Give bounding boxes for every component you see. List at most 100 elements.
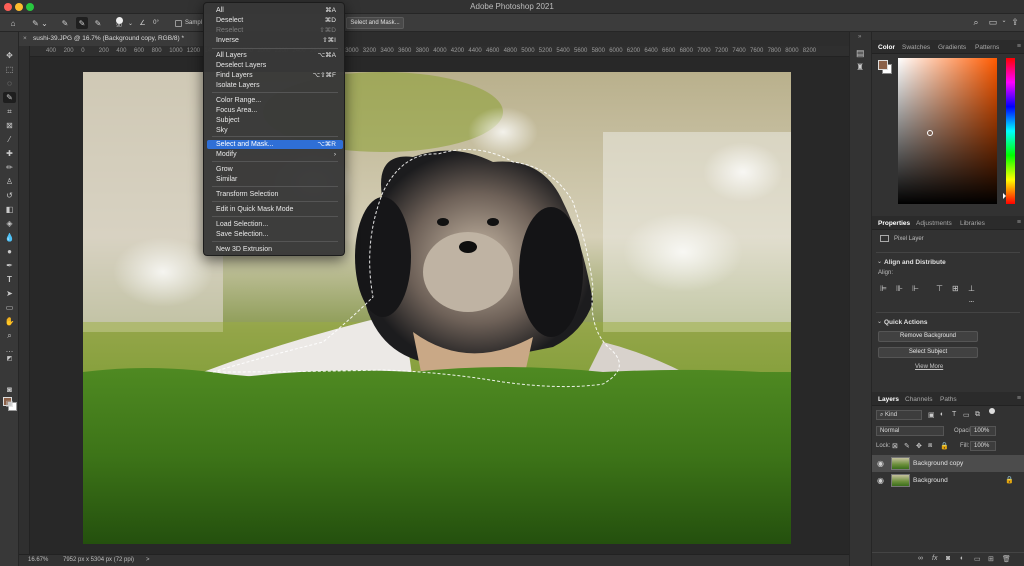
canvas-workspace[interactable]	[30, 57, 849, 554]
blur-tool-icon[interactable]: 💧	[3, 232, 16, 243]
screen-mode-icon[interactable]: ▣	[3, 398, 16, 409]
view-more-link[interactable]: View More	[915, 364, 943, 370]
add-to-selection-icon[interactable]: ✎	[76, 17, 88, 29]
tab-paths[interactable]: Paths	[940, 396, 957, 403]
eraser-tool-icon[interactable]: ◧	[3, 204, 16, 215]
layer-row[interactable]: ◉ Background copy	[872, 455, 1024, 472]
link-layers-icon[interactable]: ∞	[918, 555, 923, 562]
layer-filter-kind-select[interactable]: ⌕ Kind	[876, 410, 922, 420]
menu-item-modify[interactable]: Modify ›	[207, 150, 343, 159]
align-section-chevron-icon[interactable]: ⌄	[877, 258, 882, 265]
menu-item-focus-area[interactable]: Focus Area...	[207, 106, 343, 115]
sample-all-layers-checkbox[interactable]	[175, 20, 182, 27]
menu-item-inverse[interactable]: Inverse ⇧⌘I	[207, 36, 343, 45]
default-colors-icon[interactable]: ◩	[3, 354, 16, 365]
subtract-from-selection-icon[interactable]: ✎	[93, 17, 103, 29]
align-right-icon[interactable]: ⊩	[912, 284, 919, 293]
filter-smart-object-icon[interactable]: ⧉	[975, 411, 980, 419]
lock-position-icon[interactable]: ✥	[916, 442, 922, 450]
share-icon[interactable]: ⇪	[1009, 17, 1021, 29]
menu-item-subject[interactable]: Subject	[207, 116, 343, 125]
crop-tool-icon[interactable]: ⌗	[3, 106, 16, 117]
menu-item-sky[interactable]: Sky	[207, 126, 343, 135]
filter-toggle-icon[interactable]	[989, 408, 995, 414]
align-left-icon[interactable]: ⊫	[880, 284, 887, 293]
lock-all-icon[interactable]: 🔒	[940, 442, 949, 450]
menu-item-load-selection[interactable]: Load Selection...	[207, 220, 343, 229]
lock-artboard-icon[interactable]: ⧈	[928, 442, 932, 450]
lock-image-icon[interactable]: ✎	[904, 442, 910, 450]
properties-panel-menu-icon[interactable]: ≡	[1017, 219, 1021, 226]
color-panel-menu-icon[interactable]: ≡	[1017, 43, 1021, 50]
hand-tool-icon[interactable]: ✋	[3, 316, 16, 327]
align-distribute-title[interactable]: Align and Distribute	[884, 259, 946, 266]
menu-item-deselect[interactable]: Deselect ⌘D	[207, 16, 343, 25]
align-top-icon[interactable]: ⊤	[936, 284, 943, 293]
quick-selection-tool-icon[interactable]: ✎	[3, 92, 16, 103]
select-and-mask-button[interactable]: Select and Mask...	[346, 17, 404, 29]
type-tool-icon[interactable]: T	[3, 274, 16, 285]
filter-adjustment-icon[interactable]: ◐	[940, 411, 944, 418]
tab-adjustments[interactable]: Adjustments	[916, 220, 952, 227]
lasso-tool-icon[interactable]: ◌	[3, 78, 16, 89]
menu-item-find-layers[interactable]: Find Layers ⌥⇧⌘F	[207, 71, 343, 80]
tab-properties[interactable]: Properties	[878, 220, 910, 227]
color-fg-swatch[interactable]	[878, 60, 888, 70]
opacity-field[interactable]: 100%	[970, 426, 996, 436]
delete-layer-icon[interactable]: 🗑	[1002, 555, 1011, 563]
tab-swatches[interactable]: Swatches	[902, 44, 930, 51]
new-group-icon[interactable]: ▭	[974, 555, 981, 563]
blend-mode-select[interactable]: Normal	[876, 426, 944, 436]
history-panel-icon[interactable]: ▤	[856, 48, 865, 59]
menu-item-new-3d-extrusion[interactable]: New 3D Extrusion	[207, 245, 343, 254]
new-selection-mode-icon[interactable]: ✎	[60, 17, 70, 29]
healing-brush-tool-icon[interactable]: ✚	[3, 148, 16, 159]
menu-item-all[interactable]: All ⌘A	[207, 6, 343, 15]
menu-item-select-and-mask[interactable]: Select and Mask... ⌥⌘R	[207, 140, 343, 149]
close-tab-icon[interactable]: ×	[23, 32, 27, 46]
tab-gradients[interactable]: Gradients	[938, 44, 966, 51]
hue-slider-handle[interactable]	[1003, 193, 1006, 199]
clone-stamp-tool-icon[interactable]: ♙	[3, 176, 16, 187]
align-hcenter-icon[interactable]: ⊪	[896, 284, 903, 293]
collapse-dock-icon[interactable]: »	[858, 34, 861, 40]
document-tab[interactable]: × sushi-39.JPG @ 16.7% (Background copy,…	[19, 32, 219, 46]
history-brush-tool-icon[interactable]: ↺	[3, 190, 16, 201]
menu-item-save-selection[interactable]: Save Selection...	[207, 230, 343, 239]
menu-item-transform-selection[interactable]: Transform Selection	[207, 190, 343, 199]
visibility-eye-icon[interactable]: ◉	[877, 476, 886, 485]
brush-size-picker[interactable]: 90	[112, 17, 126, 29]
layers-panel-menu-icon[interactable]: ≡	[1017, 395, 1021, 402]
hue-slider[interactable]	[1003, 58, 1015, 204]
document-image[interactable]	[83, 72, 791, 544]
tab-libraries[interactable]: Libraries	[960, 220, 985, 227]
tab-layers[interactable]: Layers	[878, 396, 899, 403]
menu-item-isolate-layers[interactable]: Isolate Layers	[207, 81, 343, 90]
quick-actions-chevron-icon[interactable]: ⌄	[877, 318, 882, 325]
quick-mask-icon[interactable]: ◙	[3, 384, 16, 395]
zoom-level[interactable]: 16.67%	[28, 557, 48, 563]
remove-background-button[interactable]: Remove Background	[878, 331, 978, 342]
select-subject-button[interactable]: Select Subject	[878, 347, 978, 358]
status-info-arrow[interactable]: >	[146, 557, 150, 563]
pen-tool-icon[interactable]: ✒	[3, 260, 16, 271]
brush-size-chevron-icon[interactable]: ⌄	[127, 17, 134, 29]
tab-color[interactable]: Color	[878, 44, 895, 51]
menu-item-similar[interactable]: Similar	[207, 175, 343, 184]
menu-item-grow[interactable]: Grow	[207, 165, 343, 174]
align-vcenter-icon[interactable]: ⊞	[952, 284, 959, 293]
path-selection-tool-icon[interactable]: ➤	[3, 288, 16, 299]
tab-patterns[interactable]: Patterns	[975, 44, 999, 51]
menu-item-all-layers[interactable]: All Layers ⌥⌘A	[207, 51, 343, 60]
filter-type-icon[interactable]: T	[952, 411, 956, 418]
frame-tool-icon[interactable]: ⊠	[3, 120, 16, 131]
angle-value[interactable]: 0°	[148, 17, 164, 29]
color-picker-field[interactable]	[898, 58, 997, 204]
dodge-tool-icon[interactable]: ●	[3, 246, 16, 257]
tab-channels[interactable]: Channels	[905, 396, 932, 403]
home-icon[interactable]: ⌂	[6, 17, 20, 29]
menu-item-color-range[interactable]: Color Range...	[207, 96, 343, 105]
brush-panel-icon[interactable]: ♜	[856, 62, 864, 73]
layer-style-icon[interactable]: fx	[932, 555, 937, 562]
marquee-tool-icon[interactable]: ⬚	[3, 64, 16, 75]
